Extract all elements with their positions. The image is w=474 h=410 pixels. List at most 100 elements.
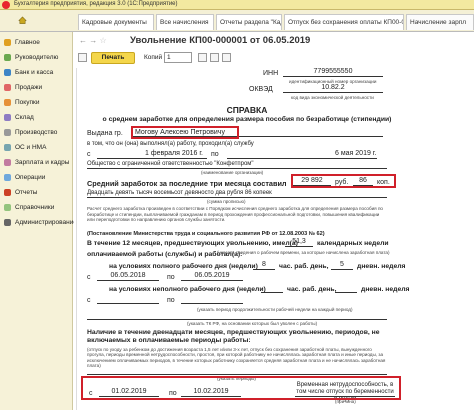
nav-arrows: ← → ☆ xyxy=(79,36,107,45)
assets-icon xyxy=(4,144,11,151)
decree-note: (Постановление Министерства труда и соци… xyxy=(87,231,325,237)
sidebar-item-admin[interactable]: Администрирование xyxy=(0,216,77,229)
email-icon[interactable] xyxy=(198,53,207,62)
work-caption: (указать сведения о рабочем времени, за … xyxy=(217,250,390,255)
chart-icon xyxy=(4,54,11,61)
days-field: 5 xyxy=(331,261,353,270)
days-unit: дневн. неделя xyxy=(357,263,406,270)
zoom-icon[interactable] xyxy=(222,53,231,62)
inn-label: ИНН xyxy=(263,70,279,77)
okved-field: 10.82.2 xyxy=(283,84,383,93)
sidebar-item-purchases[interactable]: Покупки xyxy=(0,96,73,109)
weeks-field: 51,3 xyxy=(285,238,313,247)
star-icon[interactable]: ☆ xyxy=(99,36,106,45)
sidebar-item-directories[interactable]: Справочники xyxy=(0,201,73,214)
sidebar: Главное Руководителю Банк и касса Продаж… xyxy=(0,32,77,410)
print-button[interactable]: Печать xyxy=(91,52,135,64)
okved-caption: код вида экономической деятельности xyxy=(291,95,374,100)
parttime-hours-field xyxy=(261,284,283,293)
weeks-label: В течение 12 месяцев, предшествующих уво… xyxy=(87,240,298,247)
inn-field: 7799555550 xyxy=(283,68,383,77)
from-label: с xyxy=(87,151,91,158)
bank-icon xyxy=(4,69,11,76)
main-area: ← → ☆ Увольнение КП00-000001 от 06.05.20… xyxy=(74,32,474,410)
tab-salary-accrual[interactable]: Начисление зарпл xyxy=(406,14,474,30)
sidebar-item-sales[interactable]: Продажи xyxy=(0,81,73,94)
form-heading: СПРАВКА xyxy=(226,105,268,115)
people-icon xyxy=(4,159,11,166)
parttime-from-field xyxy=(97,295,159,304)
to-label2: по xyxy=(167,297,175,304)
back-icon[interactable]: ← xyxy=(79,36,87,45)
avg-highlight xyxy=(291,174,396,188)
sidebar-item-bank[interactable]: Банк и касса xyxy=(0,66,73,79)
gear-icon xyxy=(4,219,11,226)
sidebar-item-production[interactable]: Производство xyxy=(0,126,73,139)
sidebar-item-operations[interactable]: Операции xyxy=(0,171,73,184)
toolbar: Печать Копий 1 xyxy=(74,50,474,66)
issued-label: Выдана гр. xyxy=(87,130,123,137)
end-date: 6 мая 2019 г. xyxy=(335,150,377,157)
sidebar-item-assets[interactable]: ОС и НМА xyxy=(0,141,73,154)
tab-all-accruals[interactable]: Все начисления xyxy=(156,14,214,30)
days-unit2: дневн. неделя xyxy=(361,286,410,293)
tab-personnel-reports[interactable]: Отчеты раздела "Кадры" xyxy=(216,14,282,30)
fulltime-label: на условиях полного рабочего дня (недели… xyxy=(109,263,258,270)
reports-icon xyxy=(4,189,11,196)
book-icon xyxy=(4,204,11,211)
main-icon xyxy=(4,39,11,46)
cart-icon xyxy=(4,99,11,106)
weeks-unit: календарных недели xyxy=(317,240,389,247)
home-icon[interactable] xyxy=(18,16,27,24)
operations-icon xyxy=(4,174,11,181)
sidebar-item-main[interactable]: Главное xyxy=(0,36,73,49)
hours-unit2: час. раб. день, xyxy=(287,286,337,293)
avg-label: Средний заработок за последние три месяц… xyxy=(87,179,287,188)
sum-icon[interactable] xyxy=(210,53,219,62)
warehouse-icon xyxy=(4,114,11,121)
copies-input[interactable]: 1 xyxy=(164,52,192,63)
page-title: Увольнение КП00-000001 от 06.05.2019 xyxy=(130,35,311,46)
unpaid-label: Наличие в течение двенадцати месяцев, пр… xyxy=(87,329,380,344)
parttime-days-field xyxy=(335,284,357,293)
tab-unpaid-leave[interactable]: Отпуск без сохранения оплаты КП00-000002 xyxy=(284,14,404,30)
forward-icon[interactable]: → xyxy=(89,36,97,45)
okved-label: ОКВЭД xyxy=(249,86,273,93)
factory-icon xyxy=(4,129,11,136)
tk-note: (указать ТК РФ, на основании которых был… xyxy=(187,321,318,326)
unpaid-line xyxy=(87,370,387,375)
save-icon[interactable] xyxy=(78,53,87,62)
window-titlebar: Бухгалтерия предприятия, редакция 3.0 (1… xyxy=(0,0,474,10)
sidebar-item-salary[interactable]: Зарплата и кадры xyxy=(0,156,73,169)
hours-field: 8 xyxy=(253,261,275,270)
to-label: по xyxy=(211,151,219,158)
sales-icon xyxy=(4,84,11,91)
app-logo-icon xyxy=(2,1,10,9)
calc-note: Расчет среднего заработка произведен в с… xyxy=(87,206,383,223)
window-title: Бухгалтерия предприятия, редакция 3.0 (1… xyxy=(14,1,178,7)
form-subheading: о среднем заработке для определения разм… xyxy=(102,116,392,123)
start-date: 1 февраля 2016 г. xyxy=(145,150,203,157)
period-to-label: по xyxy=(167,274,175,281)
sidebar-item-reports[interactable]: Отчеты xyxy=(0,186,73,199)
org-caption: (наименование организации) xyxy=(201,170,264,175)
worked-text: в том, что он (она) выполнял(а) работу, … xyxy=(87,141,254,147)
period-from-label: с xyxy=(87,274,91,281)
period-from-field: 06.05.2018 xyxy=(97,272,159,281)
document-sheet: ИНН 7799555550 идентификационный номер о… xyxy=(76,68,472,410)
sidebar-item-warehouse[interactable]: Склад xyxy=(0,111,73,124)
avg-words-caption: (сумма прописью) xyxy=(207,199,246,204)
sidebar-item-manager[interactable]: Руководителю xyxy=(0,51,73,64)
from-label2: с xyxy=(87,297,91,304)
tabs-bar: Кадровые документы Все начисления Отчеты… xyxy=(0,10,474,32)
parttime-to-field xyxy=(181,295,243,304)
parttime-label: на условиях неполного рабочего дня (неде… xyxy=(109,286,266,293)
tab-personnel-docs[interactable]: Кадровые документы xyxy=(78,14,154,30)
tk-line xyxy=(87,314,387,320)
avg-words: Двадцать девять тысяч восемьсот девяност… xyxy=(87,190,272,196)
hours-unit: час. раб. день, xyxy=(279,263,329,270)
org-name: Общество с ограниченной ответственностью… xyxy=(87,161,254,167)
period-to-field: 06.05.2019 xyxy=(181,272,243,281)
period-caption: (указать период продолжительности рабоче… xyxy=(197,307,353,312)
copies-label: Копий xyxy=(144,54,163,61)
